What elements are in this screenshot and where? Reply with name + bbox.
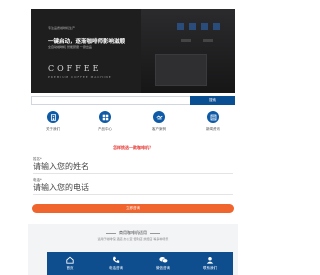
phone-field[interactable]: 请输入您的电话 — [33, 181, 233, 195]
category-label: 客户案例 — [152, 127, 166, 131]
section-subtitle: 适用于咖啡馆 酒店 办公室 便利店 烘焙店 等多种场景 — [97, 237, 169, 241]
category-cases[interactable]: 客户案例 — [139, 111, 179, 132]
category-label: 关于我们 — [46, 127, 60, 131]
nav-label: 联系我们 — [203, 266, 217, 270]
search-button[interactable]: 搜索 — [190, 96, 235, 105]
hero-banner[interactable]: 专注品质咖啡机生产 一键启动，逐渐咖啡师影响滋顺 全自动咖啡机 智能研磨 一键出… — [31, 9, 235, 93]
machine-button-icon — [189, 23, 196, 30]
handshake-icon — [153, 111, 165, 123]
consult-button[interactable]: 立即咨询 — [32, 204, 234, 213]
machine-button-icon — [213, 23, 220, 30]
hero-subtitle: 全自动咖啡机 智能研磨 一键出品 — [48, 45, 92, 49]
hero-brand: COFFEE — [48, 64, 102, 73]
news-icon — [207, 111, 219, 123]
wechat-icon — [140, 255, 186, 264]
nav-label: 电话咨询 — [109, 266, 123, 270]
name-field[interactable]: 请输入您的姓名 — [33, 160, 233, 174]
search-bar[interactable]: 搜索 — [31, 96, 235, 105]
nav-home[interactable]: 首页 — [47, 255, 93, 271]
section-title-row: 商用咖啡机适用 — [28, 230, 238, 236]
machine-drip-tray — [155, 54, 207, 86]
hero-brand-sub: PREMIUM COFFEE MACHINE — [48, 75, 112, 79]
home-icon — [47, 255, 93, 264]
category-news[interactable]: 新闻资讯 — [193, 111, 233, 132]
coffee-machine-image — [141, 9, 235, 93]
machine-button-icon — [201, 23, 208, 30]
section-title: 商用咖啡机适用 — [119, 230, 147, 235]
nav-contact[interactable]: 联系我们 — [187, 255, 233, 271]
phone-icon — [93, 255, 139, 264]
machine-button-icon — [177, 23, 184, 30]
nav-wechat[interactable]: 微信咨询 — [140, 255, 186, 271]
divider — [106, 232, 116, 234]
category-label: 产品中心 — [98, 127, 112, 131]
category-products[interactable]: 产品中心 — [85, 111, 125, 132]
machine-slot-icon — [181, 39, 191, 42]
form-question: 怎样挑选一款咖啡机？ — [113, 145, 153, 150]
building-icon — [47, 111, 59, 123]
divider — [150, 232, 160, 234]
bottom-nav: 首页 电话咨询 微信咨询 联系我们 — [47, 252, 233, 275]
nav-label: 首页 — [66, 266, 74, 270]
nav-label: 微信咨询 — [156, 266, 170, 270]
hero-headline: 一键启动，逐渐咖啡师影响滋顺 — [48, 39, 126, 45]
contact-icon — [187, 255, 233, 264]
hero-top-text: 专注品质咖啡机生产 — [48, 26, 76, 30]
nav-phone[interactable]: 电话咨询 — [93, 255, 139, 271]
machine-slot-icon — [203, 39, 213, 42]
grid-icon — [99, 111, 111, 123]
category-label: 新闻资讯 — [206, 127, 220, 131]
category-row: 关于我们 产品中心 客户案例 新闻资讯 — [31, 111, 235, 137]
category-about[interactable]: 关于我们 — [33, 111, 73, 132]
